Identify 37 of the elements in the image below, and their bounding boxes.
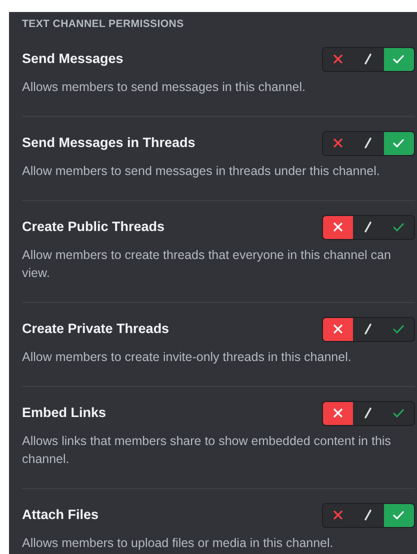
permission-name: Send Messages in Threads: [22, 134, 196, 152]
permission-name: Send Messages: [22, 50, 124, 68]
check-icon: [392, 510, 406, 520]
check-icon: [392, 324, 406, 334]
deny-button[interactable]: [323, 318, 354, 341]
permission-name: Embed Links: [22, 404, 106, 422]
allow-button[interactable]: [384, 48, 414, 71]
slash-icon: [363, 323, 374, 336]
permission-description: Allows members to send messages in this channel.: [22, 78, 306, 96]
check-icon: [392, 408, 406, 418]
allow-button[interactable]: [384, 132, 414, 155]
close-icon: [332, 407, 344, 420]
permission-description: Allow members to create invite-only threads in this channel.: [22, 348, 352, 366]
section-title: TEXT CHANNEL PERMISSIONS: [22, 17, 185, 32]
slash-icon: [363, 137, 374, 150]
deny-button[interactable]: [323, 216, 354, 239]
permission-description: Allow members to send messages in threads under this channel.: [22, 162, 381, 180]
permission-description: Allows links that members share to show embedded content in this channel.: [22, 432, 392, 468]
close-icon: [332, 137, 344, 150]
allow-button[interactable]: [384, 504, 414, 527]
close-icon: [332, 221, 344, 234]
permission-name: Create Private Threads: [22, 320, 170, 338]
slash-icon: [363, 53, 374, 66]
permission-description: Allow members to create threads that everyone in this channel can view.: [22, 246, 392, 282]
check-icon: [392, 222, 406, 232]
permission-name: Create Public Threads: [22, 218, 165, 236]
close-icon: [332, 509, 344, 522]
check-icon: [392, 54, 406, 64]
permission-description: Allows members to upload files or media in this channel.: [22, 534, 334, 552]
close-icon: [332, 323, 344, 336]
slash-icon: [363, 221, 374, 234]
check-icon: [392, 138, 406, 148]
slash-icon: [363, 407, 374, 420]
slash-icon: [363, 509, 374, 522]
close-icon: [332, 53, 344, 66]
permission-name: Attach Files: [22, 506, 99, 524]
deny-button[interactable]: [323, 402, 354, 425]
